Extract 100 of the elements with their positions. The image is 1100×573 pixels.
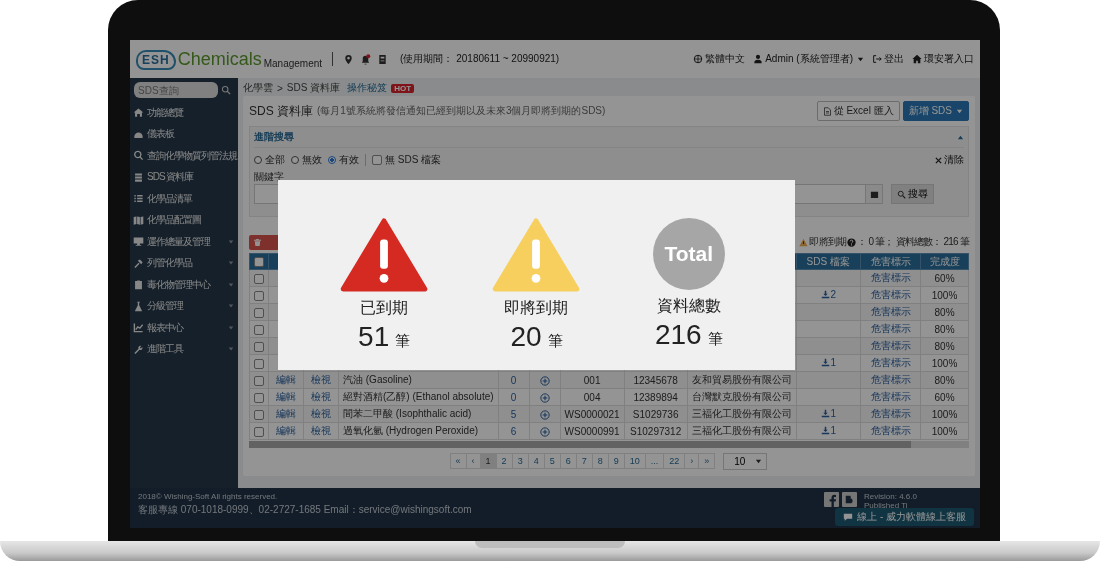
checkbox[interactable] [254,290,264,301]
checkbox[interactable] [254,375,264,386]
page-link[interactable]: » [698,453,716,469]
checkbox[interactable] [254,426,264,437]
summary-text: ： 0 筆； 資料總數： 216 筆 [857,235,969,249]
sidebar-item[interactable]: 毒化物管理中心 [130,274,238,296]
page-link[interactable]: 10 [623,453,646,469]
card-icon[interactable] [377,53,389,65]
checkbox[interactable] [254,307,264,318]
sidebar-item[interactable]: 進階工具 [130,338,238,360]
sidebar-item[interactable]: 功能總覽 [130,102,238,124]
breadcrumb-separator: > [277,82,283,94]
table-cell: 過氧化氫 (Hydrogen Peroxide) [343,425,479,436]
warning-icon [340,218,429,292]
list-icon [133,193,144,205]
checkbox[interactable] [254,324,264,335]
radio-button[interactable] [254,156,262,164]
file-icon [822,106,832,116]
download-icon [820,290,830,299]
alert-label: 已到期 [360,298,409,318]
download-link[interactable]: 1 [820,357,837,368]
checkbox[interactable] [254,341,264,352]
bell-icon[interactable] [360,53,372,65]
count-link[interactable]: 5 [510,408,517,420]
logout-link[interactable]: 登出 [872,52,904,66]
sidebar-item[interactable]: 化學品配置圖 [130,209,238,231]
copyright-text: 2018© Wishing-Soft All rights reserved. [138,492,279,501]
checkbox[interactable] [372,155,382,165]
search-button[interactable]: 搜尋 [891,184,934,204]
gavel-icon [133,257,144,269]
home-icon [912,54,922,64]
count-link[interactable]: 0 [510,391,517,403]
horizontal-scrollbar[interactable] [249,441,969,448]
breadcrumb-item[interactable]: SDS 資料庫 [286,81,341,95]
download-link[interactable]: 2 [820,289,837,300]
sidebar-item[interactable]: 列管化學品 [130,252,238,274]
portal-link[interactable]: 環安署入口 [912,52,974,66]
add-sds-button[interactable]: 新增 SDS [902,101,969,121]
clipboard-icon [133,279,144,291]
add-icon[interactable] [539,375,550,386]
collapse-icon[interactable] [957,133,964,141]
user-menu[interactable]: Admin (系統管理者) [753,52,864,66]
search-icon [897,189,906,199]
checkbox[interactable] [254,257,264,268]
sidebar-item[interactable]: 化學品清單 [130,188,238,210]
chat-button[interactable]: 線上 - 威力軟體線上客服 [835,508,974,526]
alert-label: 資料總數 [656,296,721,316]
import-button[interactable]: 從 Excel 匯入 [816,101,900,121]
page-link[interactable]: 22 [663,453,686,469]
add-icon[interactable] [539,426,550,437]
sidebar-item[interactable]: 分級管理 [130,295,238,317]
add-icon[interactable] [539,409,550,420]
page-link[interactable]: ... [644,453,665,469]
map-pin-icon[interactable] [343,53,355,65]
close-icon [935,156,942,164]
checkbox[interactable] [254,392,264,403]
search-icon[interactable] [221,85,231,95]
checkbox[interactable] [254,273,264,284]
breadcrumb-item[interactable]: 化學雲 [243,81,273,95]
add-icon[interactable] [539,392,550,403]
sidebar-item[interactable]: 報表中心 [130,317,238,339]
warning-icon [799,237,809,247]
checkbox[interactable] [254,409,264,420]
page-note: (每月1號系統將發信通知已經到期以及未來3個月即將到期的SDS) [317,104,606,118]
blog-icon[interactable] [842,492,857,507]
clear-link[interactable]: 清除 [935,153,964,167]
language-link[interactable]: 繁體中文 [693,52,746,66]
page-link[interactable]: « [449,453,467,469]
table-cell: 80% [934,374,955,386]
guide-link[interactable]: 操作秘笈 [347,81,388,95]
table-cell: 60% [934,272,955,284]
radio-button[interactable] [328,156,336,164]
sidebar-item[interactable]: 查詢化學物質列管法規 [130,145,238,167]
sidebar-item[interactable]: SDS 資料庫 [130,166,238,188]
advanced-search-title[interactable]: 進階搜尋 [254,130,294,144]
download-link[interactable]: 1 [820,408,837,419]
wrench-icon [133,343,144,355]
caret-icon [857,55,864,63]
help-icon[interactable] [847,237,857,247]
alert-unit: 筆 [395,332,411,351]
chat-icon [843,512,854,522]
count-link[interactable]: 6 [510,425,517,437]
page-size-select[interactable]: 10 [723,452,768,470]
count-link[interactable]: 0 [510,374,517,386]
radio-button[interactable] [291,156,299,164]
caution-icon [492,218,581,292]
sidebar-item[interactable]: 運作總量及管理 [130,231,238,253]
table-cell: 001 [583,374,601,386]
hot-badge: HOT [391,83,415,93]
download-link[interactable]: 1 [820,425,837,436]
globe-icon [693,54,704,64]
table-cell: 三福化工股份有限公司 [691,408,792,419]
sidebar-item[interactable]: 儀表板 [130,123,238,145]
column-header: 危害標示 [860,253,921,270]
checkbox[interactable] [254,358,264,369]
facebook-icon[interactable] [824,492,839,507]
table-cell: 友和貿易股份有限公司 [691,374,792,385]
monitor-icon [133,236,144,248]
table-cell: 絕對酒精(乙醇) (Ethanol absolute) [343,391,494,402]
alert-count: 216 [654,319,702,351]
